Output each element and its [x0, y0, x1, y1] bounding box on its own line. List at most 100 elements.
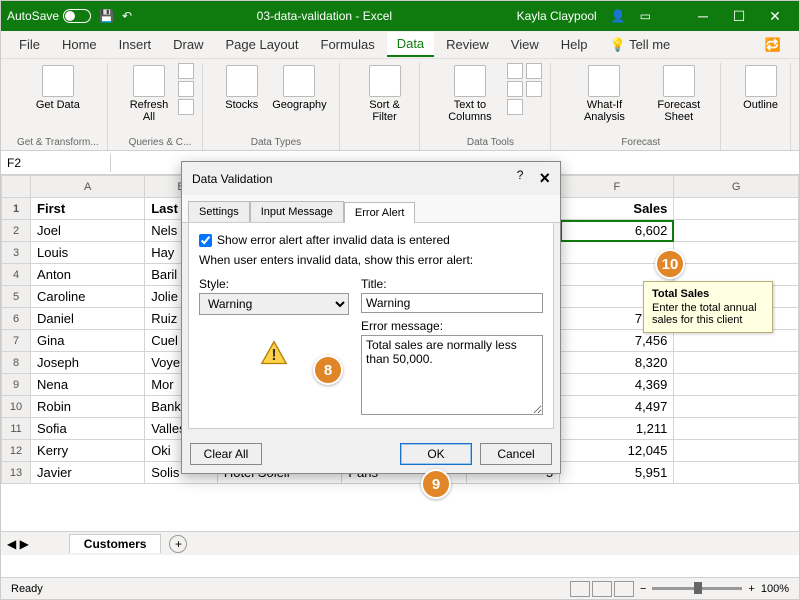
cell[interactable]: Javier [31, 462, 145, 484]
row-header[interactable]: 3 [2, 242, 31, 264]
row-header[interactable]: 12 [2, 440, 31, 462]
row-header[interactable]: 11 [2, 418, 31, 440]
tab-insert[interactable]: Insert [109, 33, 162, 56]
menu-bar: File Home Insert Draw Page Layout Formul… [1, 31, 799, 59]
col-header[interactable]: G [674, 176, 799, 198]
row-header[interactable]: 10 [2, 396, 31, 418]
cell[interactable]: Caroline [31, 286, 145, 308]
tellme[interactable]: 💡 Tell me [600, 33, 681, 57]
cell[interactable]: Joel [31, 220, 145, 242]
tab-data[interactable]: Data [387, 32, 434, 57]
cell[interactable]: Louis [31, 242, 145, 264]
sort-filter-button[interactable]: Sort & Filter [358, 63, 412, 125]
cell[interactable]: 1,211 [560, 418, 674, 440]
cell[interactable]: 8,320 [560, 352, 674, 374]
cell[interactable] [674, 242, 799, 264]
row-header[interactable]: 7 [2, 330, 31, 352]
refresh-all-button[interactable]: Refresh All [126, 63, 173, 125]
tab-formulas[interactable]: Formulas [311, 33, 385, 56]
row-header[interactable]: 4 [2, 264, 31, 286]
get-data-button[interactable]: Get Data [32, 63, 84, 113]
cell[interactable] [674, 440, 799, 462]
cell[interactable]: 4,497 [560, 396, 674, 418]
autosave-toggle[interactable]: AutoSave [7, 9, 91, 23]
cell[interactable]: Daniel [31, 308, 145, 330]
maximize-icon[interactable]: ☐ [721, 1, 757, 31]
show-error-checkbox[interactable] [199, 234, 212, 247]
row-header[interactable]: 2 [2, 220, 31, 242]
cell[interactable]: 6,602 [560, 220, 674, 242]
cell[interactable]: Sofia [31, 418, 145, 440]
cell[interactable]: Gina [31, 330, 145, 352]
cell[interactable]: 5,951 [560, 462, 674, 484]
text-to-columns-button[interactable]: Text to Columns [438, 63, 501, 125]
datatools-small[interactable] [507, 63, 542, 115]
tab-help[interactable]: Help [551, 33, 598, 56]
error-message-input[interactable] [361, 335, 543, 415]
cell[interactable]: Anton [31, 264, 145, 286]
cell[interactable]: 4,369 [560, 374, 674, 396]
ok-button[interactable]: OK [400, 443, 472, 465]
cell[interactable]: Joseph [31, 352, 145, 374]
zoom-in-icon[interactable]: + [748, 583, 754, 595]
forecast-sheet-button[interactable]: Forecast Sheet [645, 63, 712, 125]
cell[interactable] [674, 374, 799, 396]
dialog-tab-input[interactable]: Input Message [250, 201, 344, 222]
outline-button[interactable]: Outline [739, 63, 782, 113]
cell-tooltip: Total Sales Enter the total annual sales… [643, 281, 773, 333]
user-avatar-icon[interactable]: 👤 [611, 9, 626, 23]
tab-draw[interactable]: Draw [163, 33, 213, 56]
queries-small[interactable] [178, 63, 194, 115]
title-input[interactable] [361, 293, 543, 313]
cell[interactable]: 12,045 [560, 440, 674, 462]
whatif-button[interactable]: What-If Analysis [569, 63, 639, 125]
name-box[interactable]: F2 [1, 154, 111, 172]
ribbon-options-icon[interactable]: ▭ [640, 9, 651, 23]
row-header[interactable]: 6 [2, 308, 31, 330]
cell[interactable] [674, 220, 799, 242]
dialog-tab-error[interactable]: Error Alert [344, 202, 416, 223]
cell[interactable] [674, 418, 799, 440]
tab-view[interactable]: View [501, 33, 549, 56]
close-icon[interactable]: ✕ [757, 1, 793, 31]
clear-all-button[interactable]: Clear All [190, 443, 262, 465]
tab-file[interactable]: File [9, 33, 50, 56]
view-buttons[interactable] [570, 581, 634, 597]
tab-home[interactable]: Home [52, 33, 107, 56]
col-header[interactable]: F [560, 176, 674, 198]
zoom-slider[interactable] [652, 587, 742, 590]
sheet-tab-customers[interactable]: Customers [69, 534, 162, 553]
cell[interactable]: Sales [560, 198, 674, 220]
undo-icon[interactable]: ↶ [122, 9, 132, 23]
row-header[interactable]: 13 [2, 462, 31, 484]
cancel-button[interactable]: Cancel [480, 443, 552, 465]
tab-review[interactable]: Review [436, 33, 499, 56]
dialog-tab-settings[interactable]: Settings [188, 201, 250, 222]
row-header[interactable]: 8 [2, 352, 31, 374]
cell[interactable] [674, 396, 799, 418]
tab-pagelayout[interactable]: Page Layout [216, 33, 309, 56]
minimize-icon[interactable]: ─ [685, 1, 721, 31]
cell[interactable]: Robin [31, 396, 145, 418]
help-icon[interactable]: ? [517, 168, 524, 189]
zoom-out-icon[interactable]: − [640, 583, 646, 595]
row-header[interactable]: 1 [2, 198, 31, 220]
cell[interactable]: First [31, 198, 145, 220]
geography-button[interactable]: Geography [268, 63, 330, 113]
callout-badge-10: 10 [655, 249, 685, 279]
cell[interactable]: Kerry [31, 440, 145, 462]
style-select[interactable]: Warning [199, 293, 349, 315]
dialog-close-icon[interactable]: × [539, 168, 550, 189]
share-icon[interactable]: 🔁 [755, 33, 791, 57]
col-header[interactable]: A [31, 176, 145, 198]
cell[interactable] [674, 198, 799, 220]
row-header[interactable]: 9 [2, 374, 31, 396]
row-header[interactable]: 5 [2, 286, 31, 308]
sheet-nav-icon[interactable]: ◀ ▶ [7, 537, 29, 551]
add-sheet-button[interactable]: + [169, 535, 187, 553]
cell[interactable]: Nena [31, 374, 145, 396]
cell[interactable] [674, 352, 799, 374]
cell[interactable] [674, 462, 799, 484]
stocks-button[interactable]: Stocks [221, 63, 262, 113]
save-icon[interactable]: 💾 [99, 9, 114, 23]
